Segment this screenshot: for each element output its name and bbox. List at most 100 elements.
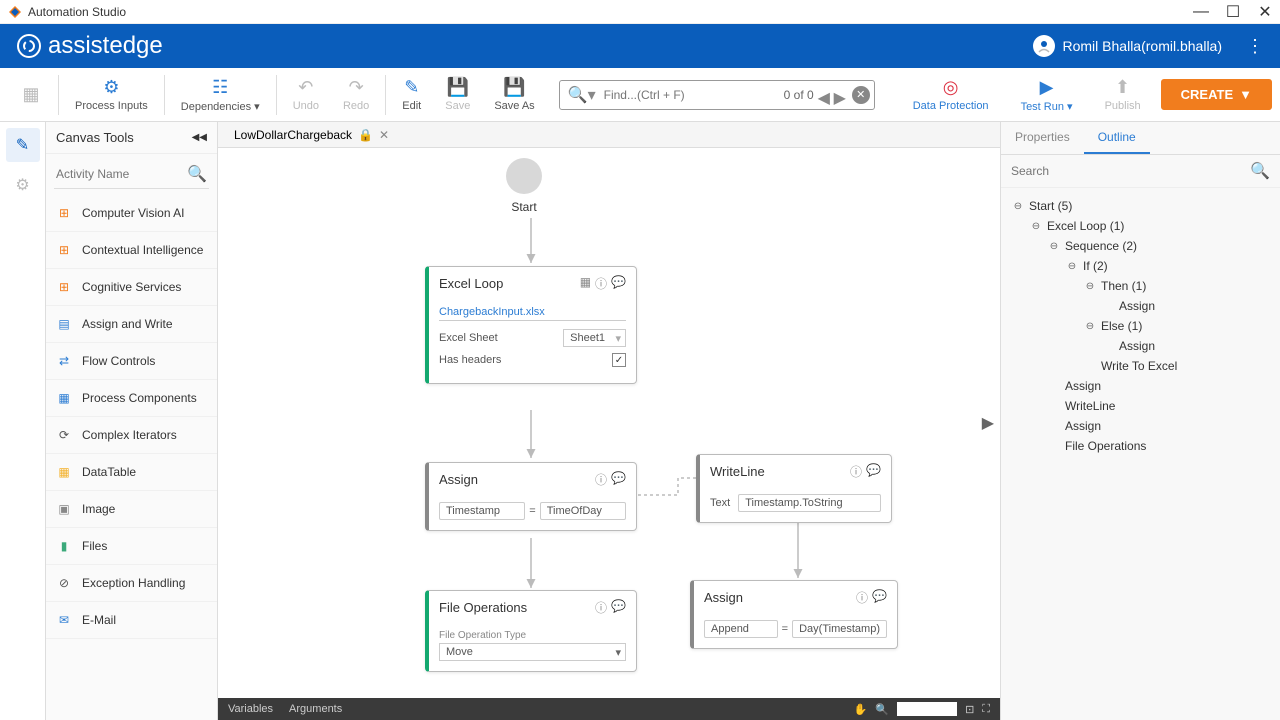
tree-then[interactable]: ⊖Then (1) xyxy=(1011,276,1270,296)
kebab-menu-icon[interactable]: ⋮ xyxy=(1246,36,1264,57)
maximize-button[interactable]: ☐ xyxy=(1226,5,1240,19)
tree-assign-else[interactable]: Assign xyxy=(1011,336,1270,356)
publish-button[interactable]: ⬆ Publish xyxy=(1093,73,1153,116)
writeline-text-input[interactable]: Timestamp.ToString xyxy=(738,494,881,512)
rail-settings-button[interactable]: ⚙ xyxy=(6,168,40,202)
info-icon[interactable]: ⓘ xyxy=(595,275,607,292)
tool-assign-write[interactable]: ▤Assign and Write xyxy=(46,306,217,343)
properties-panel: Properties Outline 🔍 ⊖Start (5) ⊖Excel L… xyxy=(1000,122,1280,720)
tree-if[interactable]: ⊖If (2) xyxy=(1011,256,1270,276)
tree-assign[interactable]: Assign xyxy=(1011,376,1270,396)
undo-button[interactable]: ↶ Undo xyxy=(281,73,331,116)
tool-cognitive-services[interactable]: ⊞Cognitive Services xyxy=(46,269,217,306)
writeline-node[interactable]: WriteLine ⓘ💬 Text Timestamp.ToString xyxy=(696,454,892,523)
comment-icon[interactable]: 💬 xyxy=(872,589,887,606)
rail-edit-button[interactable]: ✎ xyxy=(6,128,40,162)
search-icon: 🔍▾ xyxy=(568,85,596,105)
info-icon[interactable]: ⓘ xyxy=(595,471,607,488)
apps-icon[interactable]: ▦ xyxy=(22,84,39,105)
excel-file-link[interactable]: ChargebackInput.xlsx xyxy=(439,306,626,321)
find-input[interactable] xyxy=(600,88,780,102)
assign-right-input[interactable]: TimeOfDay xyxy=(540,502,626,520)
undo-icon: ↶ xyxy=(298,77,313,98)
collapse-icon[interactable]: ◀◀ xyxy=(192,132,207,143)
sheet-select[interactable]: Sheet1 ▾ xyxy=(563,329,626,347)
minimize-button[interactable]: — xyxy=(1194,5,1208,19)
fullscreen-icon[interactable]: ⛶ xyxy=(982,703,990,716)
tool-computer-vision[interactable]: ⊞Computer Vision AI xyxy=(46,195,217,232)
comment-icon[interactable]: 💬 xyxy=(611,275,626,292)
data-protection-button[interactable]: ◎ Data Protection xyxy=(901,73,1001,116)
dependencies-button[interactable]: ☷ Dependencies ▾ xyxy=(169,73,272,117)
tree-assign2[interactable]: Assign xyxy=(1011,416,1270,436)
tree-excel-loop[interactable]: ⊖Excel Loop (1) xyxy=(1011,216,1270,236)
comment-icon[interactable]: 💬 xyxy=(866,463,881,480)
find-prev-icon[interactable]: ◀ xyxy=(818,88,832,102)
test-run-button[interactable]: ▶ Test Run ▾ xyxy=(1009,73,1085,117)
zoom-icon[interactable]: 🔍 xyxy=(875,703,889,716)
find-next-icon[interactable]: ▶ xyxy=(834,88,848,102)
tool-email[interactable]: ✉E-Mail xyxy=(46,602,217,639)
info-icon[interactable]: ⓘ xyxy=(595,599,607,616)
canvas[interactable]: Start Excel Loop ▦ⓘ💬 ChargebackInput.xls… xyxy=(218,148,1000,698)
create-button[interactable]: CREATE ▼ xyxy=(1161,79,1272,110)
tree-write-excel[interactable]: Write To Excel xyxy=(1011,356,1270,376)
tab-properties[interactable]: Properties xyxy=(1001,122,1084,154)
excel-loop-node[interactable]: Excel Loop ▦ⓘ💬 ChargebackInput.xlsx Exce… xyxy=(425,266,637,384)
tree-sequence[interactable]: ⊖Sequence (2) xyxy=(1011,236,1270,256)
tool-datatable[interactable]: ▦DataTable xyxy=(46,454,217,491)
zoom-input[interactable] xyxy=(897,702,957,716)
redo-button[interactable]: ↷ Redo xyxy=(331,73,381,116)
tool-flow-controls[interactable]: ⇄Flow Controls xyxy=(46,343,217,380)
info-icon[interactable]: ⓘ xyxy=(856,589,868,606)
file-operations-node[interactable]: File Operations ⓘ💬 File Operation Type M… xyxy=(425,590,637,672)
start-node[interactable]: Start xyxy=(506,158,542,214)
assign2-left-input[interactable]: Append xyxy=(704,620,778,638)
process-inputs-button[interactable]: ⚙ Process Inputs xyxy=(63,73,160,116)
assign-left-input[interactable]: Timestamp xyxy=(439,502,525,520)
pencil-icon: ✎ xyxy=(16,135,29,155)
tree-start[interactable]: ⊖Start (5) xyxy=(1011,196,1270,216)
tools-search[interactable]: 🔍 xyxy=(54,160,209,189)
tool-files[interactable]: ▮Files xyxy=(46,528,217,565)
arguments-tab[interactable]: Arguments xyxy=(289,703,342,715)
info-icon[interactable]: ⓘ xyxy=(850,463,862,480)
tree-fileops[interactable]: File Operations xyxy=(1011,436,1270,456)
tool-image[interactable]: ▣Image xyxy=(46,491,217,528)
outline-search[interactable]: 🔍 xyxy=(1001,155,1280,188)
tool-process-components[interactable]: ▦Process Components xyxy=(46,380,217,417)
find-close-icon[interactable]: ✕ xyxy=(852,86,870,104)
save-as-button[interactable]: 💾 Save As xyxy=(482,73,546,116)
start-circle-icon xyxy=(506,158,542,194)
variables-tab[interactable]: Variables xyxy=(228,703,273,715)
has-headers-checkbox[interactable]: ✓ xyxy=(612,353,626,367)
save-button[interactable]: 💾 Save xyxy=(433,73,482,116)
user-area[interactable]: Romil Bhalla(romil.bhalla) ⋮ xyxy=(1033,35,1265,57)
assign-node-1[interactable]: Assign ⓘ💬 Timestamp = TimeOfDay xyxy=(425,462,637,531)
tree-writeline[interactable]: WriteLine xyxy=(1011,396,1270,416)
edit-button[interactable]: ✎ Edit xyxy=(390,73,433,116)
fit-icon[interactable]: ⊡ xyxy=(965,703,974,716)
grid-icon[interactable]: ▦ xyxy=(580,275,591,292)
tab-lowdollarchargeback[interactable]: LowDollarChargeback 🔒 ✕ xyxy=(226,124,397,146)
tree-assign-then[interactable]: Assign xyxy=(1011,296,1270,316)
comment-icon[interactable]: 💬 xyxy=(611,599,626,616)
find-box[interactable]: 🔍▾ 0 of 0 ◀ ▶ ✕ xyxy=(559,80,875,110)
close-button[interactable]: ✕ xyxy=(1258,5,1272,19)
tab-close-icon[interactable]: ✕ xyxy=(379,128,389,142)
assign2-right-input[interactable]: Day(Timestamp) xyxy=(792,620,887,638)
play-icon: ▶ xyxy=(1040,77,1054,98)
comment-icon[interactable]: 💬 xyxy=(611,471,626,488)
tree-else[interactable]: ⊖Else (1) xyxy=(1011,316,1270,336)
tab-outline[interactable]: Outline xyxy=(1084,122,1150,154)
assign-node-2[interactable]: Assign ⓘ💬 Append = Day(Timestamp) xyxy=(690,580,898,649)
tool-contextual-intelligence[interactable]: ⊞Contextual Intelligence xyxy=(46,232,217,269)
pan-icon[interactable]: ✋ xyxy=(854,703,868,716)
file-op-type-select[interactable]: Move▾ xyxy=(439,643,626,661)
tool-exception-handling[interactable]: ⊘Exception Handling xyxy=(46,565,217,602)
tab-bar: LowDollarChargeback 🔒 ✕ xyxy=(218,122,1000,148)
tool-complex-iterators[interactable]: ⟳Complex Iterators xyxy=(46,417,217,454)
outline-search-input[interactable] xyxy=(1011,164,1250,178)
tools-search-input[interactable] xyxy=(56,167,187,181)
expand-canvas-icon[interactable]: ▶ xyxy=(982,413,994,433)
